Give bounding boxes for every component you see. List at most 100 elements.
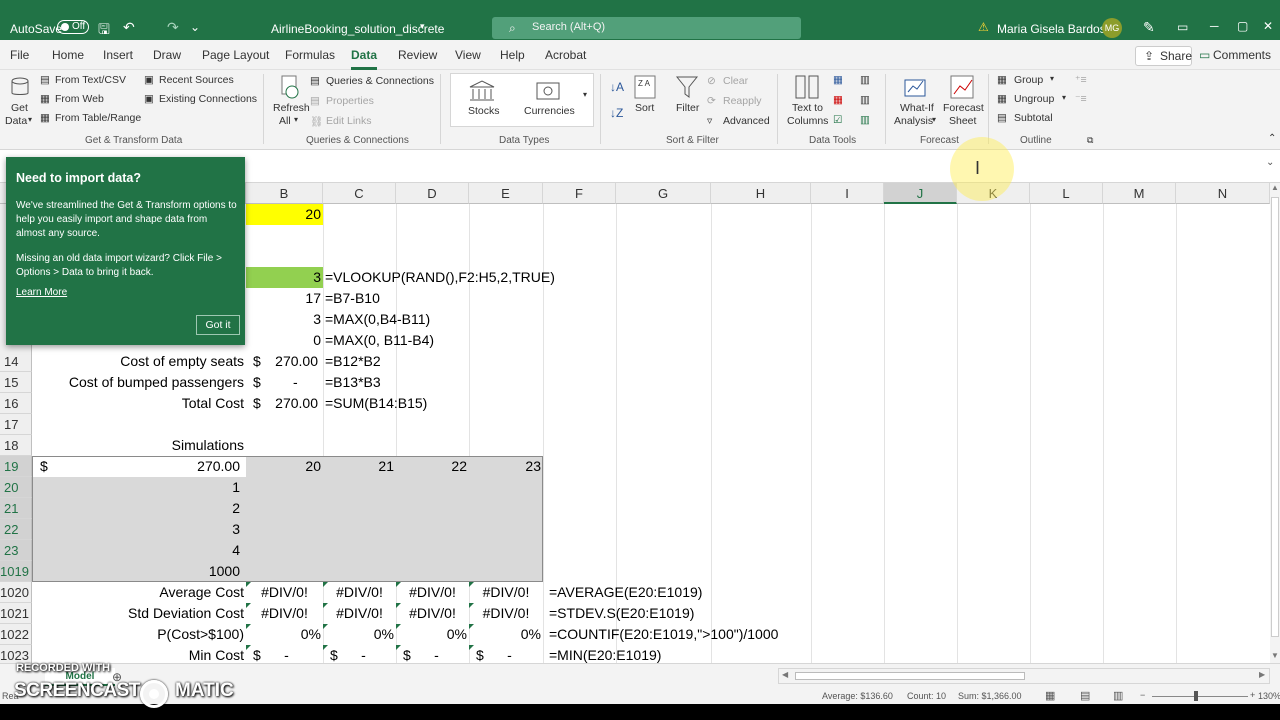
stat-value[interactable]: $ -: [323, 645, 396, 663]
tab-page-layout[interactable]: Page Layout: [202, 48, 269, 62]
row-label[interactable]: Total Cost: [32, 393, 246, 414]
file-name[interactable]: AirlineBooking_solution_discrete: [271, 22, 444, 36]
row-label[interactable]: Cost of bumped passengers: [32, 372, 246, 393]
formula-text[interactable]: =B12*B2: [325, 351, 525, 372]
stat-value[interactable]: #DIV/0!: [246, 603, 323, 624]
column-header[interactable]: M: [1103, 183, 1176, 204]
tab-draw[interactable]: Draw: [153, 48, 181, 62]
status-sum[interactable]: Sum: $1,366.00: [958, 691, 1022, 701]
row-header-selected[interactable]: 23: [0, 540, 32, 561]
normal-view-icon[interactable]: ▦: [1045, 689, 1055, 702]
formula-text[interactable]: =VLOOKUP(RAND(),F2:H5,2,TRUE): [325, 267, 625, 288]
row-header[interactable]: 17: [0, 414, 32, 435]
row-header[interactable]: 1020: [0, 582, 32, 603]
stat-label[interactable]: Average Cost: [32, 582, 246, 603]
tab-data[interactable]: Data: [351, 48, 378, 70]
properties-button[interactable]: Properties: [326, 95, 374, 107]
stat-value[interactable]: #DIV/0!: [323, 603, 396, 624]
clear-button[interactable]: Clear: [723, 75, 748, 87]
group-button[interactable]: Group: [1014, 74, 1043, 86]
queries-connections-button[interactable]: Queries & Connections: [326, 75, 434, 87]
stat-value[interactable]: #DIV/0!: [396, 582, 469, 603]
stat-value[interactable]: 0%: [469, 624, 543, 645]
sim-column-input[interactable]: 22: [396, 456, 469, 477]
stat-label[interactable]: Min Cost: [32, 645, 246, 663]
row-header-selected[interactable]: 22: [0, 519, 32, 540]
stat-value[interactable]: #DIV/0!: [323, 582, 396, 603]
row-header-selected[interactable]: 1019: [0, 561, 32, 582]
row-header[interactable]: 1022: [0, 624, 32, 645]
cost-value[interactable]: 270.00: [270, 393, 320, 414]
formula-text[interactable]: =COUNTIF(E20:E1019,">100")/1000: [549, 624, 869, 645]
scroll-right-icon[interactable]: ▶: [1259, 670, 1265, 679]
column-header[interactable]: N: [1176, 183, 1270, 204]
customize-toolbar-icon[interactable]: ⌄: [190, 20, 200, 34]
row-header[interactable]: 15: [0, 372, 32, 393]
sort-za-icon[interactable]: ↓Z: [610, 106, 623, 120]
zoom-slider-thumb[interactable]: [1194, 691, 1198, 701]
consolidate-icon[interactable]: ▥: [860, 74, 870, 86]
row-header[interactable]: 1023: [0, 645, 32, 663]
from-web[interactable]: From Web: [55, 93, 104, 105]
what-if-label-1[interactable]: What-If: [900, 102, 934, 114]
row-header-selected[interactable]: 19: [0, 456, 32, 477]
tab-home[interactable]: Home: [52, 48, 84, 62]
row-header[interactable]: 14: [0, 351, 32, 372]
page-break-view-icon[interactable]: ▥: [1113, 689, 1123, 702]
sort-button[interactable]: Sort: [635, 102, 654, 114]
column-header[interactable]: E: [469, 183, 543, 204]
zoom-level[interactable]: 130%: [1258, 691, 1280, 701]
stat-value[interactable]: #DIV/0!: [246, 582, 323, 603]
column-header[interactable]: B: [246, 183, 323, 204]
sim-column-input[interactable]: 23: [469, 456, 543, 477]
horizontal-scrollbar[interactable]: ◀ ▶: [778, 668, 1270, 684]
tab-review[interactable]: Review: [398, 48, 437, 62]
column-header[interactable]: D: [396, 183, 469, 204]
stat-value[interactable]: #DIV/0!: [469, 582, 543, 603]
sim-index[interactable]: 2: [150, 498, 242, 519]
hscroll-thumb[interactable]: [795, 672, 1025, 680]
column-header[interactable]: L: [1030, 183, 1103, 204]
expand-formula-bar-icon[interactable]: ⌄: [1266, 157, 1274, 168]
zoom-out-icon[interactable]: −: [1140, 690, 1145, 700]
get-data-label-1[interactable]: Get: [11, 102, 28, 114]
column-header[interactable]: F: [543, 183, 616, 204]
forecast-sheet-label-1[interactable]: Forecast: [943, 102, 984, 114]
gallery-scroll-icon[interactable]: ▾: [583, 90, 587, 99]
status-average[interactable]: Average: $136.60: [822, 691, 893, 701]
sim-column-input[interactable]: 20: [246, 456, 323, 477]
hide-detail-icon[interactable]: ⁻≡: [1075, 93, 1087, 105]
vertical-scrollbar[interactable]: ▲ ▼: [1270, 183, 1280, 663]
pen-icon[interactable]: ✎: [1143, 19, 1155, 36]
relationships-icon[interactable]: ▥: [860, 94, 870, 106]
tab-insert[interactable]: Insert: [103, 48, 133, 62]
cell-b7[interactable]: 3: [246, 267, 323, 288]
recent-sources[interactable]: Recent Sources: [159, 74, 234, 86]
avatar[interactable]: MG: [1102, 18, 1122, 38]
column-header[interactable]: H: [711, 183, 811, 204]
sim-formula-cell[interactable]: 270.00: [150, 456, 242, 477]
formula-text[interactable]: =B7-B10: [325, 288, 525, 309]
stocks-button[interactable]: Stocks: [468, 105, 500, 117]
row-header[interactable]: 16: [0, 393, 32, 414]
stat-value[interactable]: 0%: [396, 624, 469, 645]
formula-text[interactable]: =AVERAGE(E20:E1019): [549, 582, 849, 603]
learn-more-link[interactable]: Learn More: [16, 287, 67, 298]
existing-connections[interactable]: Existing Connections: [159, 93, 257, 105]
sort-az-icon[interactable]: ↓A: [610, 80, 624, 94]
scroll-down-icon[interactable]: ▼: [1271, 651, 1279, 660]
formula-text[interactable]: =MIN(E20:E1019): [549, 645, 849, 663]
sim-index[interactable]: 4: [150, 540, 242, 561]
what-if-label-2[interactable]: Analysis: [894, 115, 933, 127]
scroll-left-icon[interactable]: ◀: [782, 670, 788, 679]
stat-value[interactable]: 0%: [323, 624, 396, 645]
ungroup-button[interactable]: Ungroup: [1014, 93, 1054, 105]
autosave-toggle[interactable]: Off: [57, 20, 89, 34]
cost-value[interactable]: 270.00: [270, 351, 320, 372]
data-validation-icon[interactable]: ☑: [833, 114, 842, 126]
sim-index[interactable]: 1: [150, 477, 242, 498]
cell-input[interactable]: 20: [246, 204, 323, 225]
formula-text[interactable]: =MAX(0,B4-B11): [325, 309, 525, 330]
status-count[interactable]: Count: 10: [907, 691, 946, 701]
stat-label[interactable]: P(Cost>$100): [32, 624, 246, 645]
